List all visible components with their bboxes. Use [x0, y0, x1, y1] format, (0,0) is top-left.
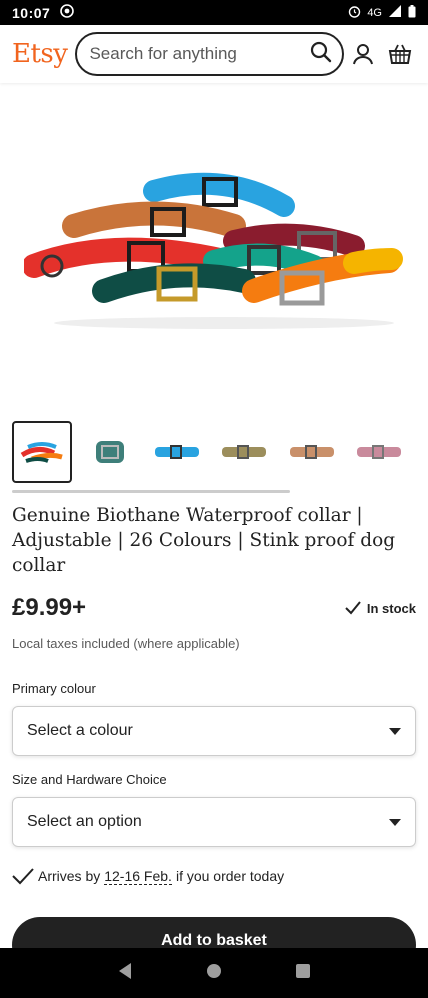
app-header: Etsy [0, 25, 428, 83]
back-icon[interactable] [117, 962, 133, 985]
dropdown-caret-icon [389, 727, 401, 735]
thumb-blue[interactable] [147, 421, 207, 483]
status-bar: 10:07 4G [0, 0, 428, 25]
search-bar[interactable] [75, 32, 345, 76]
price-row: £9.99+ In stock [0, 578, 428, 622]
home-icon[interactable] [206, 963, 222, 984]
primary-colour-value: Select a colour [27, 722, 133, 739]
thumb-pink[interactable] [349, 421, 409, 483]
thumb-tan[interactable] [281, 421, 341, 483]
product-title: Genuine Biothane Waterproof collar | Adj… [12, 505, 396, 576]
primary-colour-label: Primary colour [12, 681, 96, 696]
check-icon [12, 868, 34, 885]
signal-icon [388, 5, 402, 20]
stock-status: In stock [345, 601, 416, 616]
thumbnail-strip [0, 418, 428, 486]
size-value: Select an option [27, 813, 142, 830]
system-nav-bar [0, 948, 428, 998]
size-label: Size and Hardware Choice [12, 772, 167, 787]
primary-colour-select[interactable]: Select a colour [12, 706, 416, 756]
status-time: 10:07 [12, 4, 51, 21]
etsy-logo[interactable]: Etsy [12, 39, 68, 69]
dropdown-caret-icon [389, 818, 401, 826]
delivery-suffix: if you order today [175, 868, 285, 884]
recents-icon[interactable] [295, 963, 311, 984]
check-icon [345, 601, 361, 615]
stock-label: In stock [366, 600, 416, 616]
chrome-icon [60, 4, 75, 21]
size-select[interactable]: Select an option [12, 797, 416, 847]
battery-icon [408, 4, 416, 21]
account-icon[interactable] [344, 34, 381, 74]
delivery-dates[interactable]: 12-16 Feb. [104, 868, 172, 885]
thumb-multicolour[interactable] [12, 421, 73, 483]
basket-icon[interactable] [381, 34, 418, 74]
delivery-prefix: Arrives by [38, 868, 101, 884]
alarm-icon [348, 5, 361, 21]
taxes-note: Local taxes included (where applicable) [12, 636, 240, 651]
search-input[interactable] [89, 44, 311, 64]
product-image[interactable] [0, 83, 428, 418]
thumb-khaki[interactable] [214, 421, 274, 483]
delivery-estimate: Arrives by 12-16 Feb. if you order today [0, 867, 428, 885]
product-price: £9.99+ [12, 594, 87, 621]
dog-collars-image [24, 172, 403, 329]
thumb-teal[interactable] [79, 421, 139, 483]
network-type: 4G [367, 6, 382, 19]
search-icon[interactable] [310, 41, 332, 68]
